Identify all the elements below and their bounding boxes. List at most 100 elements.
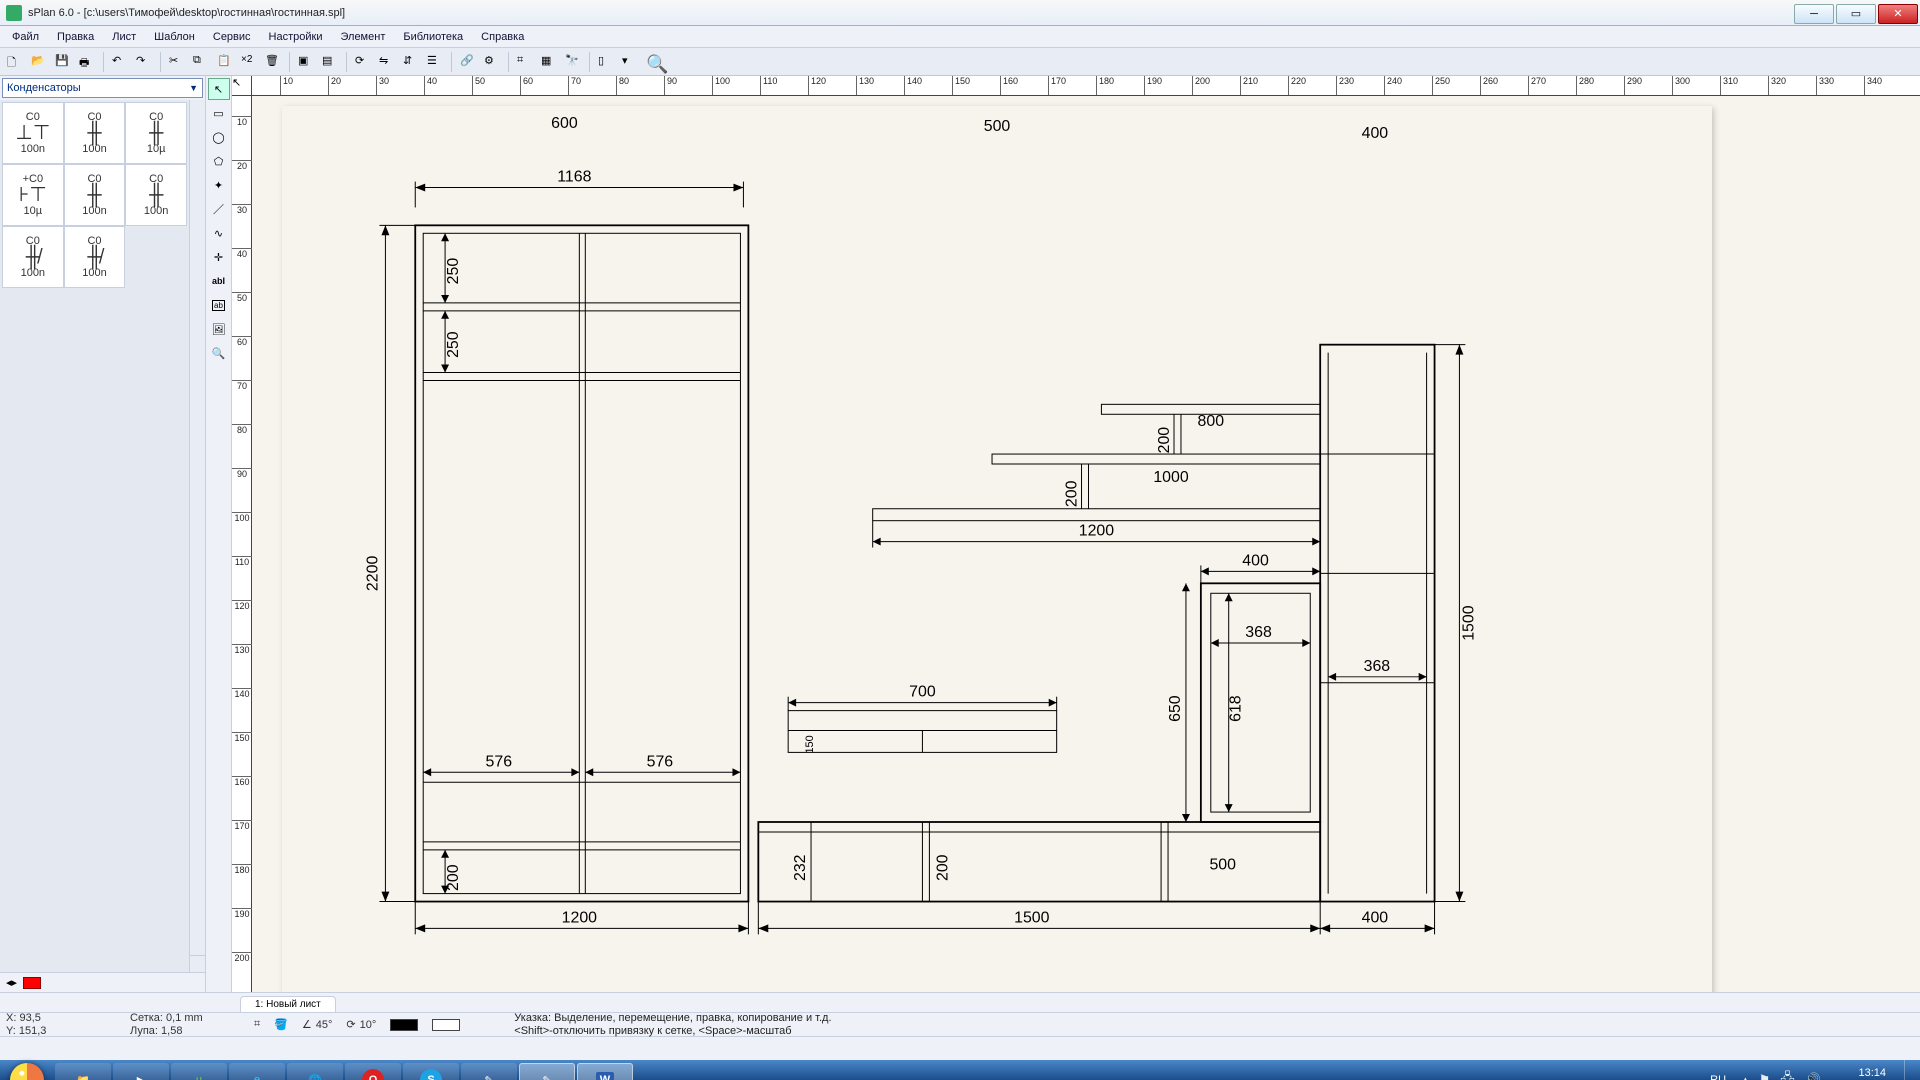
library-name-row: ◂▸ [0, 972, 205, 992]
sheet-tabs: 1: Новый лист [0, 992, 1920, 1012]
mirror-v-button[interactable]: ⇵ [400, 51, 422, 73]
color-chip[interactable] [23, 977, 41, 989]
library-item[interactable]: +C0⊦⊤10µ [2, 164, 64, 226]
sheet-tab[interactable]: 1: Новый лист [240, 996, 336, 1012]
library-item[interactable]: C0╫100n [64, 164, 126, 226]
cut-button[interactable]: ✂ [166, 51, 188, 73]
ruler-tick: 280 [1576, 76, 1594, 96]
library-item[interactable]: C0⊥⊤100n [2, 102, 64, 164]
task-skype[interactable]: S [403, 1063, 459, 1080]
stroke-chip[interactable] [390, 1019, 418, 1031]
library-item[interactable]: C0╫10µ [125, 102, 187, 164]
library-item[interactable]: C0╫̸100n [64, 226, 126, 288]
zoom-tool[interactable]: 🔍 [208, 342, 230, 364]
snap-toggle[interactable]: ⌗ [254, 1018, 260, 1031]
menu-service[interactable]: Сервис [205, 28, 259, 46]
rect-tool[interactable]: ▭ [208, 102, 230, 124]
menu-settings[interactable]: Настройки [261, 28, 331, 46]
language-indicator[interactable]: RU [1704, 1072, 1732, 1080]
component-button[interactable]: ⚙ [481, 51, 503, 73]
node-tool[interactable]: ✛ [208, 246, 230, 268]
fill-chip[interactable] [432, 1019, 460, 1031]
library-item[interactable]: C0╫100n [125, 164, 187, 226]
grid-button[interactable]: ▦ [538, 51, 560, 73]
task-ie[interactable]: e [229, 1063, 285, 1080]
circle-tool[interactable]: ◯ [208, 126, 230, 148]
zoom-button[interactable]: 🔍 [643, 51, 665, 73]
volume-icon[interactable]: 🔊 [1805, 1072, 1821, 1080]
ruler-corner[interactable]: ↖ [232, 76, 252, 95]
ruler-tick: 320 [1768, 76, 1786, 96]
ruler-tick: 220 [1288, 76, 1306, 96]
task-chrome[interactable]: 🌐 [287, 1063, 343, 1080]
group-button[interactable]: ▣ [295, 51, 317, 73]
maximize-button[interactable]: ▭ [1836, 4, 1876, 24]
show-desktop-button[interactable] [1904, 1060, 1916, 1080]
library-item[interactable]: C0╫100n [64, 102, 126, 164]
ruler-tick: 340 [1864, 76, 1882, 96]
duplicate-button[interactable]: ×2 [238, 51, 260, 73]
ruler-tick: 250 [1432, 76, 1450, 96]
copy-button[interactable]: ⧉ [190, 51, 212, 73]
snap-button[interactable]: ⌗ [514, 51, 536, 73]
textbox-tool[interactable]: ab [208, 294, 230, 316]
mirror-h-button[interactable]: ⇋ [376, 51, 398, 73]
task-word[interactable]: W [577, 1063, 633, 1080]
dim-2200: 2200 [364, 225, 415, 901]
pointer-tool[interactable]: ↖ [208, 78, 230, 100]
library-item[interactable]: C0╫̸100n [2, 226, 64, 288]
menu-sheet[interactable]: Лист [104, 28, 144, 46]
menu-file[interactable]: Файл [4, 28, 47, 46]
link-button[interactable]: 🔗 [457, 51, 479, 73]
dim-400-base: 400 [1320, 902, 1434, 935]
start-button[interactable] [0, 1060, 54, 1080]
image-tool[interactable]: 🖼 [208, 318, 230, 340]
find-button[interactable]: 🔭 [562, 51, 584, 73]
network-icon[interactable]: 🖧 [1780, 1069, 1795, 1080]
save-button[interactable]: 💾 [52, 51, 74, 73]
close-button[interactable]: ✕ [1878, 4, 1918, 24]
tray-chevron-up-icon[interactable]: ▴ [1742, 1072, 1749, 1080]
fill-toggle[interactable]: 🪣 [274, 1018, 288, 1031]
task-explorer[interactable]: 📁 [55, 1063, 111, 1080]
menu-element[interactable]: Элемент [332, 28, 393, 46]
open-button[interactable]: 📂 [28, 51, 50, 73]
action-center-icon[interactable]: ⚑ [1759, 1072, 1771, 1080]
ungroup-button[interactable]: ▤ [319, 51, 341, 73]
horizontal-ruler: ↖ 10203040506070809010011012013014015016… [232, 76, 1920, 96]
main-toolbar: 🗋 📂 💾 🖶 ↶ ↷ ✂ ⧉ 📋 ×2 🗑 ▣ ▤ ⟳ ⇋ ⇵ ☰ 🔗 ⚙ ⌗… [0, 48, 1920, 76]
drawing-canvas[interactable]: 600 500 400 1168 [252, 96, 1920, 992]
page-button[interactable]: ▯ [595, 51, 617, 73]
delete-button[interactable]: 🗑 [262, 51, 284, 73]
minimize-button[interactable]: ─ [1794, 4, 1834, 24]
bezier-tool[interactable]: ∿ [208, 222, 230, 244]
print-button[interactable]: 🖶 [76, 51, 98, 73]
align-button[interactable]: ☰ [424, 51, 446, 73]
library-scrollbar[interactable] [189, 100, 205, 972]
angle-10[interactable]: ⟳ 10° [346, 1018, 376, 1031]
line-tool[interactable]: ／ [208, 198, 230, 220]
poly-tool[interactable]: ⬠ [208, 150, 230, 172]
new-button[interactable]: 🗋 [4, 51, 26, 73]
task-opera[interactable]: O [345, 1063, 401, 1080]
rotate-button[interactable]: ⟳ [352, 51, 374, 73]
redo-button[interactable]: ↷ [133, 51, 155, 73]
menu-template[interactable]: Шаблон [146, 28, 203, 46]
menu-help[interactable]: Справка [473, 28, 532, 46]
chrome-icon: 🌐 [308, 1074, 322, 1080]
task-utorrent[interactable]: µ [171, 1063, 227, 1080]
task-media-player[interactable]: ▶ [113, 1063, 169, 1080]
dropdown-button[interactable]: ▾ [619, 51, 641, 73]
clock[interactable]: 13:14 18.09.2014 [1831, 1067, 1894, 1080]
task-splan[interactable]: ✎ [519, 1063, 575, 1080]
menu-edit[interactable]: Правка [49, 28, 102, 46]
ruler-tick: 80 [232, 424, 252, 435]
angle-45[interactable]: ∠ 45° [302, 1018, 333, 1031]
undo-button[interactable]: ↶ [109, 51, 131, 73]
menu-library[interactable]: Библиотека [395, 28, 471, 46]
special-tool[interactable]: ✦ [208, 174, 230, 196]
library-category-combo[interactable]: Конденсаторы ▼ [2, 78, 203, 98]
task-notepad[interactable]: ✎ [461, 1063, 517, 1080]
paste-button[interactable]: 📋 [214, 51, 236, 73]
text-tool[interactable]: abI [208, 270, 230, 292]
